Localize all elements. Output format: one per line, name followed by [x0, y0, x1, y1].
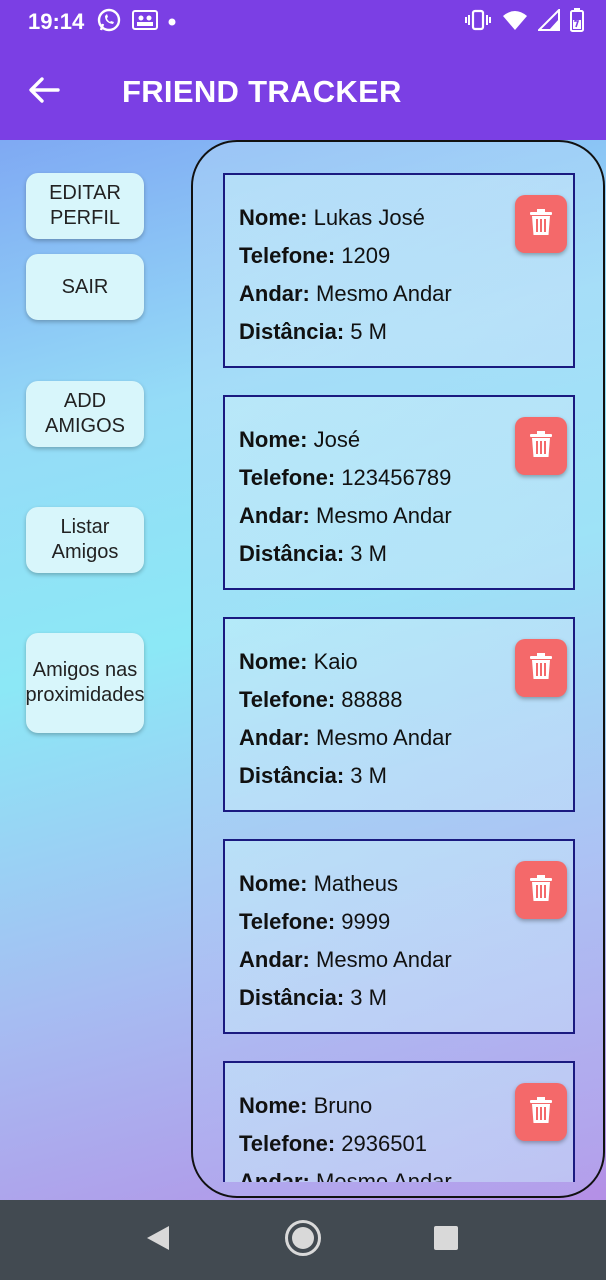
field-label: Andar:	[239, 281, 310, 306]
friend-phone: 88888	[341, 687, 403, 712]
friend-floor-field: Andar: Mesmo Andar	[239, 1163, 573, 1182]
trash-icon	[529, 208, 553, 241]
friend-name: Bruno	[313, 1093, 373, 1118]
friend-card: Nome: Lukas José Telefone: 1209 Andar: M…	[223, 173, 575, 368]
friend-phone: 2936501	[341, 1131, 427, 1156]
whatsapp-icon	[96, 7, 122, 38]
friend-phone: 123456789	[341, 465, 452, 490]
nav-recents-button[interactable]	[416, 1210, 476, 1270]
friend-card: Nome: Bruno Telefone: 2936501 Andar: Mes…	[223, 1061, 575, 1182]
friend-distance-field: Distância: 3 M	[239, 757, 573, 795]
friend-floor: Mesmo Andar	[316, 1169, 452, 1182]
friend-phone: 1209	[341, 243, 391, 268]
field-label: Telefone:	[239, 909, 336, 934]
wifi-icon	[502, 9, 528, 36]
field-label: Telefone:	[239, 687, 336, 712]
friend-phone: 9999	[341, 909, 391, 934]
trash-icon	[529, 874, 553, 907]
signal-icon	[536, 7, 560, 36]
friend-name: Matheus	[313, 871, 398, 896]
edit-profile-button[interactable]: EDITAR PERFIL	[26, 173, 144, 239]
friend-name: Kaio	[313, 649, 358, 674]
navigation-bar	[0, 1200, 606, 1280]
nav-home-button[interactable]	[273, 1210, 333, 1270]
back-button[interactable]	[14, 62, 74, 122]
battery-icon	[570, 7, 584, 37]
trash-icon	[529, 430, 553, 463]
friend-distance: 3 M	[350, 763, 387, 788]
field-label: Distância:	[239, 541, 345, 566]
logout-button[interactable]: SAIR	[26, 254, 144, 320]
friends-list: Nome: Lukas José Telefone: 1209 Andar: M…	[193, 142, 603, 1182]
field-label: Distância:	[239, 319, 345, 344]
friend-card: Nome: José Telefone: 123456789 Andar: Me…	[223, 395, 575, 590]
circle-home-icon	[283, 1218, 323, 1263]
field-label: Nome:	[239, 871, 308, 896]
field-label: Andar:	[239, 1169, 310, 1182]
friends-list-panel[interactable]: Nome: Lukas José Telefone: 1209 Andar: M…	[191, 140, 605, 1198]
delete-friend-button[interactable]	[515, 639, 567, 697]
friend-distance-field: Distância: 5 M	[239, 313, 573, 351]
friend-floor: Mesmo Andar	[316, 503, 452, 528]
contacts-icon	[132, 9, 159, 36]
status-bar: 19:14	[0, 0, 606, 44]
friend-distance-field: Distância: 3 M	[239, 979, 573, 1017]
field-label: Nome:	[239, 1093, 308, 1118]
nav-back-button[interactable]	[128, 1210, 188, 1270]
list-friends-button[interactable]: Listar Amigos	[26, 507, 144, 573]
friend-name: José	[313, 427, 361, 452]
friend-floor-field: Andar: Mesmo Andar	[239, 941, 573, 979]
delete-friend-button[interactable]	[515, 417, 567, 475]
friend-floor-field: Andar: Mesmo Andar	[239, 275, 573, 313]
field-label: Andar:	[239, 947, 310, 972]
friend-floor-field: Andar: Mesmo Andar	[239, 497, 573, 535]
friend-distance-field: Distância: 3 M	[239, 535, 573, 573]
field-label: Distância:	[239, 985, 345, 1010]
friend-card: Nome: Matheus Telefone: 9999 Andar: Mesm…	[223, 839, 575, 1034]
trash-icon	[529, 1096, 553, 1129]
vibrate-icon	[464, 9, 492, 36]
app-bar: FRIEND TRACKER	[0, 44, 606, 140]
status-time: 19:14	[28, 9, 85, 34]
field-label: Nome:	[239, 205, 308, 230]
nearby-friends-button[interactable]: Amigos nas proximidades	[26, 633, 144, 733]
delete-friend-button[interactable]	[515, 1083, 567, 1141]
friend-name: Lukas José	[313, 205, 425, 230]
field-label: Nome:	[239, 649, 308, 674]
field-label: Telefone:	[239, 1131, 336, 1156]
field-label: Andar:	[239, 725, 310, 750]
add-friends-button[interactable]: ADD AMIGOS	[26, 381, 144, 447]
friend-distance: 3 M	[350, 541, 387, 566]
field-label: Telefone:	[239, 465, 336, 490]
friend-floor: Mesmo Andar	[316, 947, 452, 972]
field-label: Telefone:	[239, 243, 336, 268]
app-title: FRIEND TRACKER	[122, 74, 402, 109]
friend-floor-field: Andar: Mesmo Andar	[239, 719, 573, 757]
friend-distance: 3 M	[350, 985, 387, 1010]
field-label: Nome:	[239, 427, 308, 452]
delete-friend-button[interactable]	[515, 195, 567, 253]
field-label: Distância:	[239, 763, 345, 788]
friend-floor: Mesmo Andar	[316, 725, 452, 750]
field-label: Andar:	[239, 503, 310, 528]
friend-distance: 5 M	[350, 319, 387, 344]
triangle-back-icon	[145, 1224, 171, 1257]
delete-friend-button[interactable]	[515, 861, 567, 919]
friend-card: Nome: Kaio Telefone: 88888 Andar: Mesmo …	[223, 617, 575, 812]
square-recents-icon	[432, 1224, 460, 1257]
arrow-left-icon	[28, 76, 60, 109]
friend-floor: Mesmo Andar	[316, 281, 452, 306]
dot-icon	[168, 13, 176, 31]
main-content: EDITAR PERFIL SAIR ADD AMIGOS Listar Ami…	[0, 140, 606, 1200]
trash-icon	[529, 652, 553, 685]
